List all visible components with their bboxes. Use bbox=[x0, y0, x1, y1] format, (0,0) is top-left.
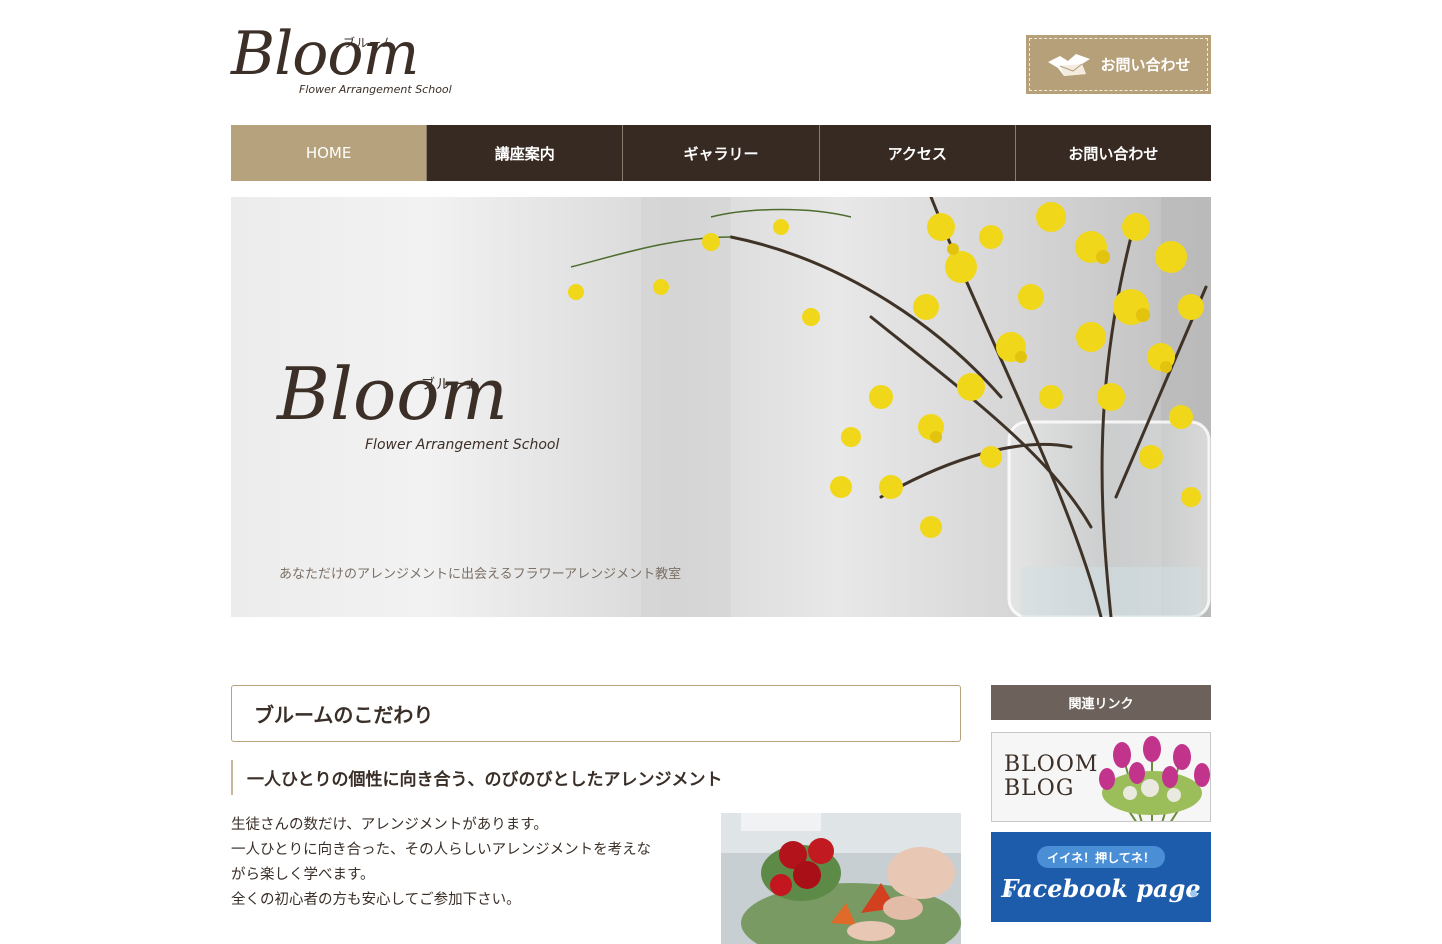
main-content: ブルームのこだわり 一人ひとりの個性に向き合う、のびのびとしたアレンジメント 生… bbox=[231, 685, 961, 944]
dot-icon bbox=[1190, 890, 1197, 897]
arrangement-photo bbox=[721, 813, 961, 944]
body-text: 生徒さんの数だけ、アレンジメントがあります。 一人ひとりに向き合った、その人らし… bbox=[231, 813, 701, 913]
hero-logo: Bloom ブルーム Flower Arrangement School bbox=[277, 352, 577, 462]
site-header: Bloom ブルーム Flower Arrangement School お問い… bbox=[231, 0, 1211, 125]
logo-kana-text: ブルーム bbox=[343, 36, 395, 50]
section-title: ブルームのこだわり bbox=[231, 685, 961, 742]
envelope-bird-icon bbox=[1046, 52, 1092, 78]
page-wrapper: Bloom ブルーム Flower Arrangement School お問い… bbox=[231, 0, 1212, 617]
hero-logo-kana: ブルーム bbox=[421, 377, 481, 393]
site-logo[interactable]: Bloom ブルーム Flower Arrangement School bbox=[231, 20, 471, 100]
facebook-banner-link[interactable]: イイネ！押してネ！ Facebook page bbox=[991, 832, 1211, 922]
sidebar: 関連リンク BLOOM BLOG イイネ！押してネ！ Facebook page bbox=[991, 685, 1211, 922]
hero-logo-script: Bloom bbox=[277, 352, 508, 436]
hero-tagline: あなただけのアレンジメントに出会えるフラワーアレンジメント教室 bbox=[279, 567, 682, 582]
facebook-like-pill: イイネ！押してネ！ bbox=[1037, 846, 1165, 868]
nav-item-contact[interactable]: お問い合わせ bbox=[1014, 125, 1212, 181]
hero-banner: Bloom ブルーム Flower Arrangement School あなた… bbox=[231, 197, 1211, 617]
blog-banner-line: BLOOM bbox=[1004, 752, 1099, 777]
body-line: 生徒さんの数だけ、アレンジメントがあります。 bbox=[231, 817, 548, 833]
nav-item-gallery[interactable]: ギャラリー bbox=[622, 125, 819, 181]
blog-banner-line: BLOG bbox=[1004, 776, 1075, 801]
sidebar-heading: 関連リンク bbox=[991, 685, 1211, 720]
body-line: 一人ひとりに向き合った、その人らしいアレンジメントを考えな bbox=[231, 842, 652, 858]
sub-heading: 一人ひとりの個性に向き合う、のびのびとしたアレンジメント bbox=[231, 760, 723, 795]
tulip-bouquet-image bbox=[1099, 736, 1210, 821]
arrangement-photo-image bbox=[721, 813, 961, 944]
nav-item-access[interactable]: アクセス bbox=[818, 125, 1015, 181]
global-nav: HOME 講座案内 ギャラリー アクセス お問い合わせ bbox=[231, 125, 1212, 181]
logo-script-text: Bloom bbox=[231, 19, 419, 89]
logo-subtitle: Flower Arrangement School bbox=[299, 83, 452, 96]
header-contact-label: お問い合わせ bbox=[1100, 56, 1191, 74]
body-line: 全くの初心者の方も安心してご参加下さい。 bbox=[231, 892, 521, 908]
header-contact-button[interactable]: お問い合わせ bbox=[1026, 35, 1211, 94]
header-contact-button-inner: お問い合わせ bbox=[1029, 38, 1208, 91]
body-line: がら楽しく学べます。 bbox=[231, 867, 375, 883]
nav-item-courses[interactable]: 講座案内 bbox=[426, 125, 623, 181]
blog-banner-link[interactable]: BLOOM BLOG bbox=[991, 732, 1211, 822]
nav-item-home[interactable]: HOME bbox=[231, 125, 427, 181]
blog-banner-text: BLOOM BLOG bbox=[1004, 753, 1098, 801]
hero-logo-subtitle: Flower Arrangement School bbox=[365, 437, 560, 453]
facebook-page-text: Facebook page bbox=[1001, 874, 1201, 903]
